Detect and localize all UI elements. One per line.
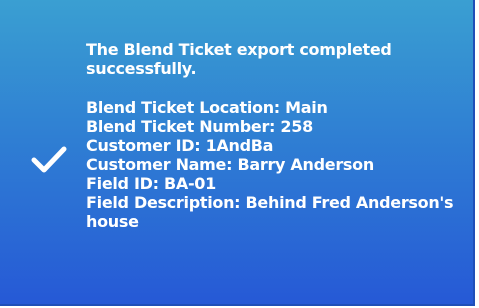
notification-headline: The Blend Ticket export completed succes… — [86, 40, 392, 78]
notification-details: Blend Ticket Location: Main Blend Ticket… — [86, 98, 456, 231]
detail-field-id: Field ID: BA-01 — [86, 174, 216, 193]
notification-message: The Blend Ticket export completed succes… — [86, 40, 456, 231]
export-success-notification: The Blend Ticket export completed succes… — [0, 0, 475, 306]
detail-customer-id: Customer ID: 1AndBa — [86, 136, 274, 155]
detail-customer-name: Customer Name: Barry Anderson — [86, 155, 374, 174]
detail-field-description: Field Description: Behind Fred Anderson'… — [86, 193, 454, 231]
detail-blend-ticket-number: Blend Ticket Number: 258 — [86, 117, 313, 136]
detail-blend-ticket-location: Blend Ticket Location: Main — [86, 98, 328, 117]
check-icon — [31, 146, 67, 173]
